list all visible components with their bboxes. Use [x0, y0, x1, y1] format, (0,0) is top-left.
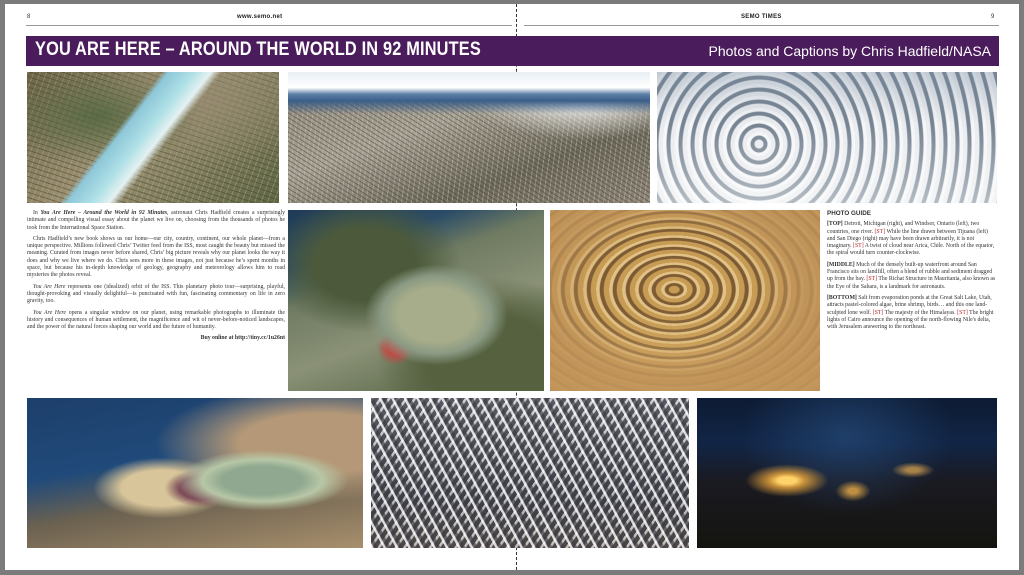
photo-san-francisco-bay	[288, 210, 544, 391]
essay-paragraph-2: Chris Hadfield’s new book shows us our h…	[27, 235, 285, 279]
caption-middle: [MIDDLE] Much of the densely built-up wa…	[827, 261, 996, 290]
caption-tag: [ST]	[853, 243, 864, 250]
left-running-head: www.semo.net	[237, 14, 283, 20]
photo-cairo-night-lights	[697, 398, 997, 548]
photo-detroit-windsor	[27, 72, 279, 203]
caption-tag: [ST]	[866, 276, 878, 283]
left-page-number: 8	[27, 14, 31, 20]
title-banner: YOU ARE HERE – AROUND THE WORLD IN 92 MI…	[26, 36, 999, 66]
photo-guide: PHOTO GUIDE [TOP] Detroit, Michigan (rig…	[827, 210, 997, 335]
caption-bottom: [BOTTOM] Salt from evaporation ponds at …	[827, 294, 994, 331]
essay-paragraph-4: You Are Here opens a singular window on …	[27, 309, 285, 331]
essay-text: In You Are Here – Around the World in 92…	[27, 210, 285, 347]
photo-tijuana-san-diego	[288, 72, 650, 203]
buy-online-link[interactable]: Buy online at http://tiny.cc/1u26nt	[27, 335, 285, 342]
header-rule-right	[524, 25, 999, 26]
magazine-spread: 8 www.semo.net SEMO TIMES 9 YOU ARE HERE…	[5, 4, 1019, 570]
article-title: YOU ARE HERE – AROUND THE WORLD IN 92 MI…	[35, 39, 481, 60]
right-page-number: 9	[991, 14, 995, 20]
caption-tag: [ST]	[874, 228, 886, 235]
essay-paragraph-3: You Are Here represents one (idealized) …	[27, 283, 286, 305]
caption-tag: [ST]	[872, 309, 884, 316]
photo-great-salt-lake	[27, 398, 363, 548]
photo-credit: Photos and Captions by Chris Hadfield/NA…	[708, 43, 991, 59]
photo-eye-of-sahara	[550, 210, 820, 391]
photo-cloud-spiral-arica	[657, 72, 997, 203]
right-running-head: SEMO TIMES	[741, 14, 782, 20]
caption-tag: [ST]	[957, 309, 968, 316]
caption-top: [TOP] Detroit, Michigan (right), and Win…	[827, 221, 995, 257]
photo-himalayas	[371, 398, 689, 548]
essay-paragraph-1: In You Are Here – Around the World in 92…	[27, 210, 286, 231]
book-title: You Are Here – Around the World in 92 Mi…	[40, 210, 168, 216]
header-rule-left	[26, 25, 512, 26]
photo-guide-heading: PHOTO GUIDE	[827, 210, 871, 217]
